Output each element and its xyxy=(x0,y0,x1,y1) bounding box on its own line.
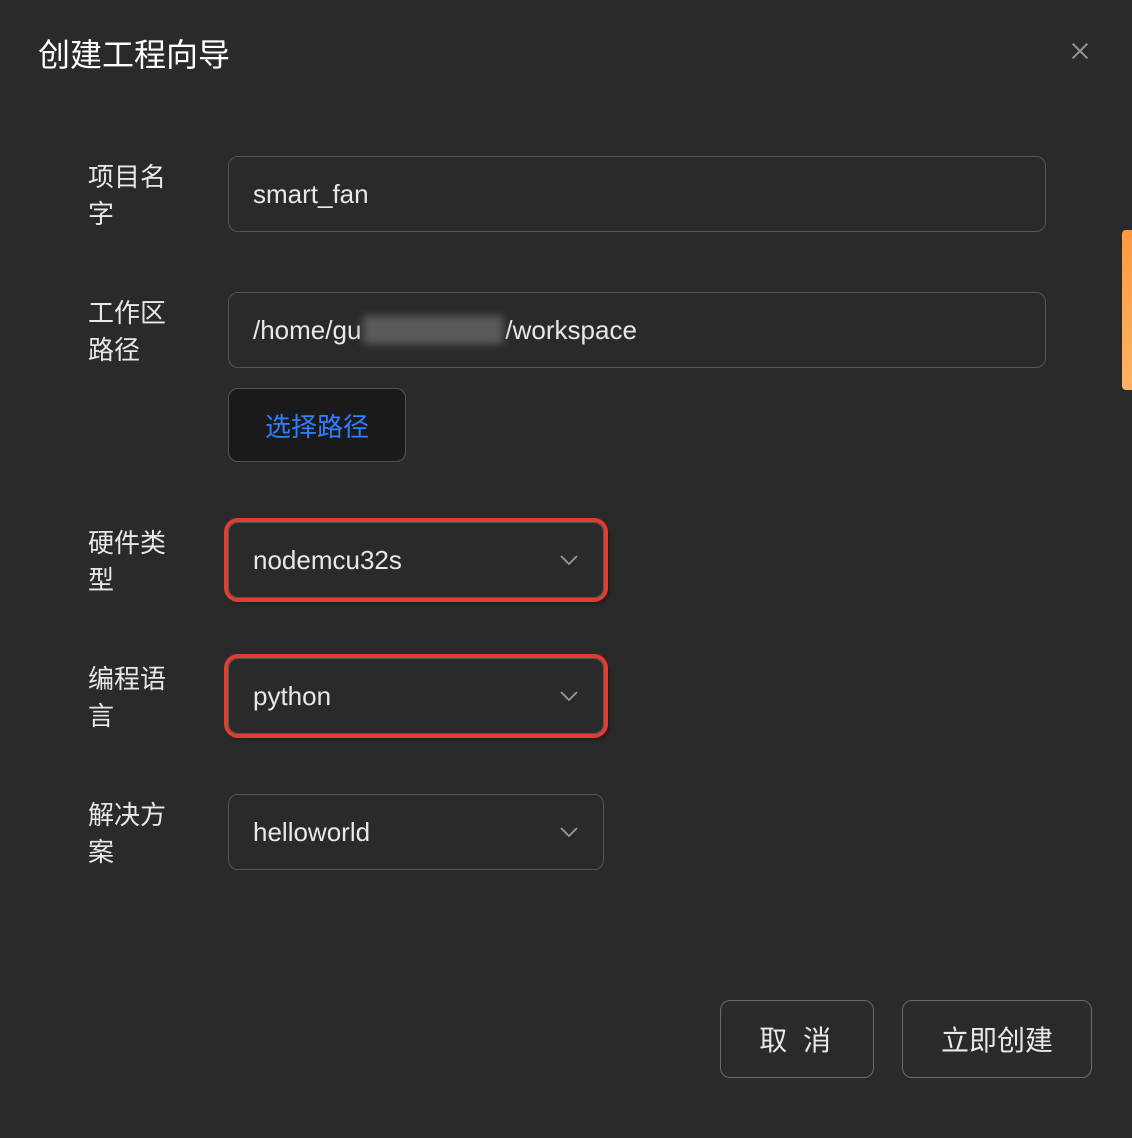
solution-label: 解决方案 xyxy=(40,795,188,869)
create-project-wizard-dialog: 创建工程向导 项目名字 工作区路径 /home/gu /wo xyxy=(0,0,1132,1138)
hardware-type-row: 硬件类型 nodemcu32s xyxy=(40,522,1092,598)
dialog-body: 项目名字 工作区路径 /home/gu /workspace 选择路径 硬件类型 xyxy=(0,96,1132,1000)
programming-language-select[interactable]: python xyxy=(228,658,604,734)
project-name-input[interactable] xyxy=(228,156,1046,232)
workspace-path-prefix: /home/gu xyxy=(253,315,361,346)
programming-language-label: 编程语言 xyxy=(40,659,188,733)
redacted-text xyxy=(363,316,503,344)
close-icon xyxy=(1069,40,1091,67)
solution-value: helloworld xyxy=(253,817,370,848)
project-name-row: 项目名字 xyxy=(40,156,1092,232)
hardware-type-value: nodemcu32s xyxy=(253,545,402,576)
close-button[interactable] xyxy=(1066,39,1094,67)
project-name-label: 项目名字 xyxy=(40,157,188,231)
workspace-path-suffix: /workspace xyxy=(505,315,637,346)
chevron-down-icon xyxy=(559,553,579,567)
hardware-type-select[interactable]: nodemcu32s xyxy=(228,522,604,598)
cancel-button[interactable]: 取 消 xyxy=(720,1000,874,1078)
workspace-path-label: 工作区路径 xyxy=(40,293,188,367)
orange-accent-bar xyxy=(1122,230,1132,390)
dialog-title: 创建工程向导 xyxy=(38,30,230,76)
chevron-down-icon xyxy=(559,689,579,703)
chevron-down-icon xyxy=(559,825,579,839)
dialog-footer: 取 消 立即创建 xyxy=(0,1000,1132,1138)
solution-select[interactable]: helloworld xyxy=(228,794,604,870)
select-path-row: 选择路径 xyxy=(228,388,1092,462)
workspace-path-row: 工作区路径 /home/gu /workspace xyxy=(40,292,1092,368)
dialog-header: 创建工程向导 xyxy=(0,0,1132,96)
select-path-button[interactable]: 选择路径 xyxy=(228,388,406,462)
create-button[interactable]: 立即创建 xyxy=(902,1000,1092,1078)
hardware-type-label: 硬件类型 xyxy=(40,523,188,597)
programming-language-value: python xyxy=(253,681,331,712)
solution-row: 解决方案 helloworld xyxy=(40,794,1092,870)
programming-language-row: 编程语言 python xyxy=(40,658,1092,734)
workspace-path-input[interactable]: /home/gu /workspace xyxy=(228,292,1046,368)
